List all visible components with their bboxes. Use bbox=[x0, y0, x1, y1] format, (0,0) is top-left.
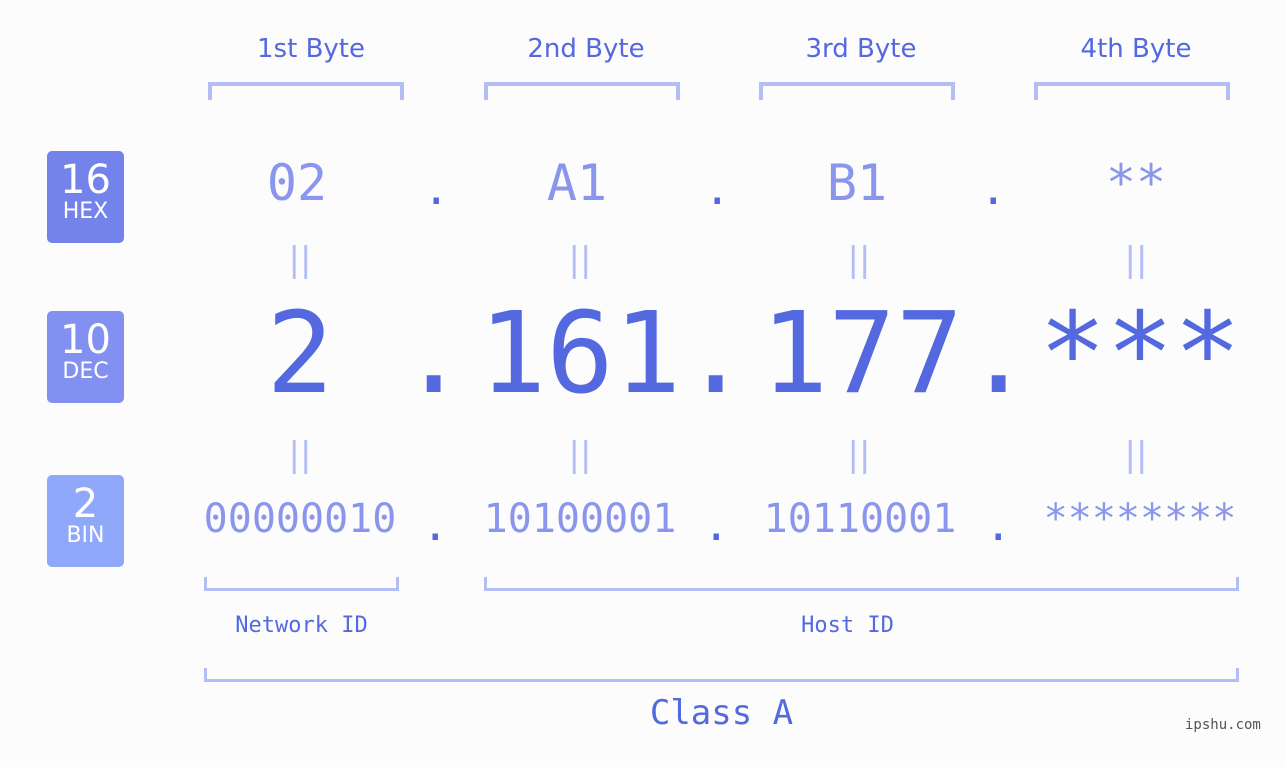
class-bracket bbox=[204, 668, 1239, 682]
bin-badge: 2 BIN bbox=[47, 475, 124, 567]
byte-bracket-2 bbox=[484, 82, 680, 100]
hex-badge: 16 HEX bbox=[47, 151, 124, 243]
bin-value-3: 10110001 bbox=[763, 496, 957, 542]
equals-sign: || bbox=[1124, 435, 1148, 475]
dec-badge-number: 10 bbox=[60, 317, 111, 363]
host-id-label: Host ID bbox=[801, 613, 894, 638]
hex-separator-1: . bbox=[423, 164, 450, 215]
hex-separator-3: . bbox=[980, 164, 1007, 215]
hex-separator-2: . bbox=[704, 164, 731, 215]
bin-separator-1: . bbox=[422, 500, 449, 551]
byte-header-2: 2nd Byte bbox=[527, 34, 645, 64]
class-label: Class A bbox=[649, 693, 794, 733]
hex-value-3: B1 bbox=[826, 154, 888, 212]
byte-bracket-1 bbox=[208, 82, 404, 100]
hex-badge-number: 16 bbox=[60, 157, 111, 203]
network-id-label: Network ID bbox=[235, 613, 368, 638]
byte-header-3: 3rd Byte bbox=[805, 34, 917, 64]
hex-value-4: ** bbox=[1105, 154, 1167, 212]
bin-value-2: 10100001 bbox=[483, 496, 677, 542]
byte-header-4: 4th Byte bbox=[1080, 34, 1192, 64]
dec-value-4: *** bbox=[1038, 289, 1242, 419]
equals-sign: || bbox=[288, 435, 312, 475]
bin-value-1: 00000010 bbox=[203, 496, 397, 542]
bin-value-4: ******** bbox=[1043, 496, 1237, 542]
bin-separator-3: . bbox=[985, 500, 1012, 551]
hex-value-1: 02 bbox=[266, 154, 328, 212]
dec-value-1: 2 bbox=[266, 289, 334, 419]
equals-sign: || bbox=[847, 240, 871, 280]
host-id-bracket bbox=[484, 577, 1239, 591]
bin-separator-2: . bbox=[703, 500, 730, 551]
dec-value-2: 161 bbox=[478, 289, 682, 419]
byte-header-1: 1st Byte bbox=[257, 34, 365, 64]
hex-badge-label: HEX bbox=[62, 199, 109, 224]
byte-bracket-3 bbox=[759, 82, 955, 100]
dec-separator-1: . bbox=[400, 289, 468, 419]
hex-value-2: A1 bbox=[546, 154, 608, 212]
network-id-bracket bbox=[204, 577, 399, 591]
equals-sign: || bbox=[568, 435, 592, 475]
dec-separator-3: . bbox=[965, 289, 1033, 419]
bin-badge-number: 2 bbox=[72, 481, 99, 527]
dec-value-3: 177 bbox=[760, 289, 964, 419]
bin-badge-label: BIN bbox=[66, 523, 105, 548]
byte-bracket-4 bbox=[1034, 82, 1230, 100]
dec-badge: 10 DEC bbox=[47, 311, 124, 403]
dec-badge-label: DEC bbox=[62, 359, 109, 384]
equals-sign: || bbox=[288, 240, 312, 280]
dec-separator-2: . bbox=[682, 289, 750, 419]
equals-sign: || bbox=[847, 435, 871, 475]
watermark: ipshu.com bbox=[1185, 717, 1261, 733]
equals-sign: || bbox=[1124, 240, 1148, 280]
equals-sign: || bbox=[568, 240, 592, 280]
